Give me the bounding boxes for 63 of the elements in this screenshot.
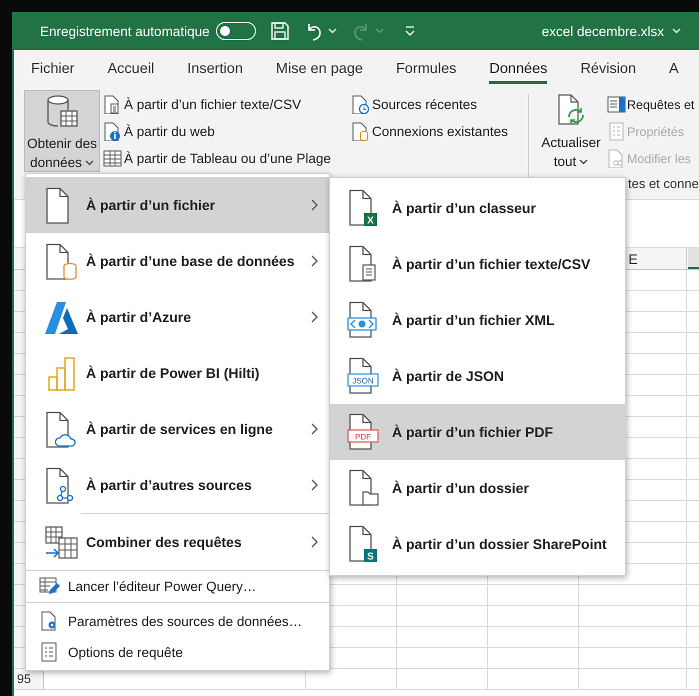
autosave-toggle[interactable] xyxy=(216,22,256,40)
menu-item[interactable]: À partir d’un dossier xyxy=(330,460,625,516)
caret-icon xyxy=(328,27,337,35)
database-file-icon xyxy=(351,122,370,141)
menu-item[interactable]: PDF À partir d’un fichier PDF xyxy=(330,404,625,460)
ribbon-button[interactable]: Sources récentes xyxy=(351,91,521,118)
menu-item[interactable]: X À partir d’un classeur xyxy=(330,180,625,236)
chevron-icon xyxy=(309,535,319,549)
ribbon-tab[interactable]: Fichier xyxy=(31,54,75,84)
menu-item[interactable]: Paramètres des sources de données… xyxy=(26,606,329,637)
chevron-icon xyxy=(309,310,319,324)
list-icon xyxy=(607,122,626,141)
menu-item[interactable]: À partir d’un fichier XML xyxy=(330,292,625,348)
menu-item[interactable]: À partir d’Azure xyxy=(26,289,329,345)
caret-icon xyxy=(84,158,94,166)
ribbon-tab[interactable]: Mise en page xyxy=(276,54,363,84)
menu-item[interactable]: À partir de services en ligne xyxy=(26,401,329,457)
chevron-icon xyxy=(309,478,319,492)
menu-item[interactable]: Combiner des requêtes xyxy=(26,514,329,570)
table-merge-icon xyxy=(44,524,80,560)
ribbon-tab[interactable]: Données xyxy=(489,54,548,84)
save-icon xyxy=(270,21,290,41)
chevron-icon xyxy=(309,254,319,268)
ribbon-button[interactable]: Connexions existantes xyxy=(351,118,521,145)
menu-item[interactable]: Lancer l’éditeur Power Query… xyxy=(26,571,329,603)
ribbon-button[interactable]: À partir du web xyxy=(103,118,348,145)
ribbon-tab[interactable]: A xyxy=(669,54,679,84)
ribbon-button[interactable]: À partir de Tableau ou d’une Plage xyxy=(103,145,348,172)
menu-item[interactable]: JSON À partir de JSON xyxy=(330,348,625,404)
ribbon-tab[interactable]: Formules xyxy=(396,54,456,84)
ribbon-tab[interactable]: Révision xyxy=(580,54,636,84)
customize-icon xyxy=(404,25,416,37)
ribbon-tab[interactable]: Accueil xyxy=(108,54,154,84)
group-label: tes et conne xyxy=(627,176,699,191)
selected-column-header[interactable] xyxy=(688,248,699,269)
row-header[interactable]: 95 xyxy=(14,670,43,690)
menu-item[interactable]: Options de requête xyxy=(26,637,329,668)
menu-item[interactable]: À partir d’un fichier texte/CSV xyxy=(330,236,625,292)
menu-item[interactable]: À partir de Power BI (Hilti) xyxy=(26,345,329,401)
clock-file-icon xyxy=(351,95,370,114)
menu-item[interactable]: À partir d’une base de données xyxy=(26,233,329,289)
get-data-button[interactable]: Obtenir des données xyxy=(24,90,100,172)
code-file-icon xyxy=(347,301,379,339)
folder-file-icon xyxy=(347,469,379,507)
chevron-icon xyxy=(309,198,319,212)
ribbon-button[interactable]: À partir d’un fichier texte/CSV xyxy=(103,91,348,118)
chevron-icon xyxy=(309,422,319,436)
caret-icon xyxy=(672,27,681,35)
column-header[interactable]: E xyxy=(628,250,638,268)
table-icon xyxy=(103,149,122,168)
ribbon-button[interactable]: Requêtes et xyxy=(607,91,694,118)
menu-item[interactable]: S À partir d’un dossier SharePoint xyxy=(330,516,625,572)
ribbon-tab[interactable]: Insertion xyxy=(187,54,243,84)
refresh-all-button[interactable]: Actualiser tout xyxy=(536,90,606,172)
table-pencil-icon xyxy=(39,576,60,597)
caret-icon xyxy=(374,27,384,35)
caret-icon xyxy=(579,158,588,166)
menu-item[interactable]: À partir d’autres sources xyxy=(26,457,329,513)
file-name: excel decembre.xlsx xyxy=(542,24,664,38)
menu-item[interactable]: À partir d’un fichier xyxy=(26,177,329,233)
autosave-label: Enregistrement automatique xyxy=(40,24,210,38)
panel-icon xyxy=(607,95,626,114)
web-file-icon xyxy=(103,122,122,141)
